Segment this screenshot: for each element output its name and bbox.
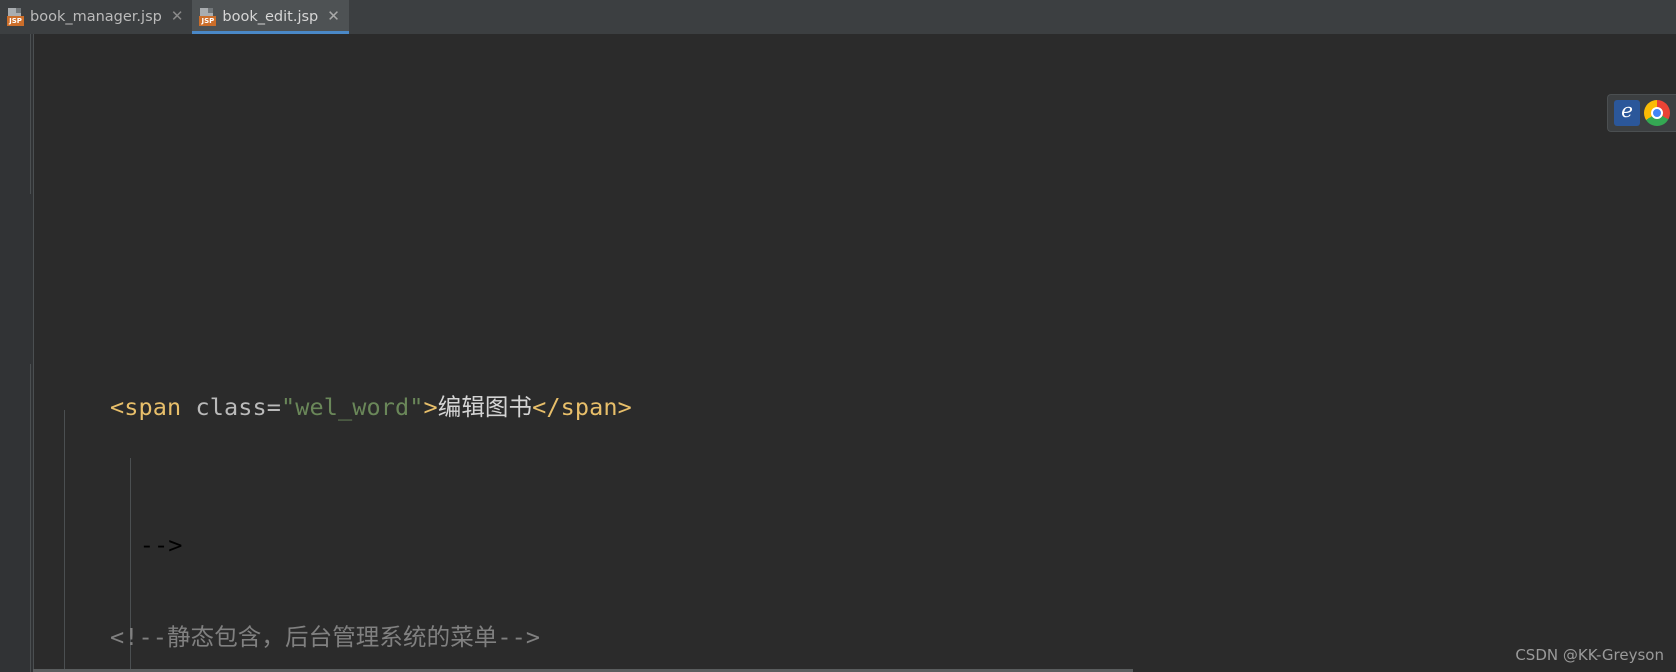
chrome-browser-icon[interactable] bbox=[1644, 100, 1670, 126]
browser-preview-toolbar bbox=[1607, 94, 1676, 132]
code-inner-text: 编辑图书 bbox=[437, 393, 533, 421]
editor-tab-book-edit[interactable]: JSP book_edit.jsp ✕ bbox=[192, 0, 349, 34]
code-content[interactable]: <img class="logo_img" alt="" src="static… bbox=[40, 34, 1676, 672]
jsp-badge-label: JSP bbox=[7, 16, 24, 26]
editor-gutter[interactable] bbox=[0, 34, 33, 672]
watermark: CSDN @KK-Greyson bbox=[1515, 646, 1664, 664]
code-comment: <!--静态包含，后台管理系统的菜单--> bbox=[110, 623, 541, 651]
code-attr-name: class= bbox=[195, 393, 281, 421]
code-open-tag: <span bbox=[110, 393, 196, 421]
indent-guide bbox=[30, 364, 31, 672]
editor-tab-label: book_manager.jsp bbox=[30, 9, 162, 25]
close-icon[interactable]: ✕ bbox=[327, 9, 340, 24]
editor-tab-book-manager[interactable]: JSP book_manager.jsp ✕ bbox=[0, 0, 193, 34]
editor-tab-bar: JSP book_manager.jsp ✕ JSP book_edit.jsp… bbox=[0, 0, 1676, 34]
code-line-span[interactable]: <span class="wel_word">编辑图书</span> bbox=[40, 384, 1676, 430]
code-editor[interactable]: <img class="logo_img" alt="" src="static… bbox=[0, 34, 1676, 672]
jsp-badge-label: JSP bbox=[199, 16, 217, 26]
close-icon[interactable]: ✕ bbox=[171, 9, 184, 24]
edge-browser-icon[interactable] bbox=[1614, 98, 1640, 126]
code-line-partial-top: <img class="logo_img" alt="" src="static… bbox=[40, 186, 1676, 200]
editor-tab-label: book_edit.jsp bbox=[222, 9, 319, 25]
code-line-comment-menu[interactable]: <!--静态包含，后台管理系统的菜单--> bbox=[40, 614, 1676, 660]
jsp-file-icon: JSP bbox=[199, 8, 217, 26]
ide-window: JSP book_manager.jsp ✕ JSP book_edit.jsp… bbox=[0, 0, 1676, 672]
code-close-tag: </span> bbox=[532, 393, 632, 421]
code-gt: > bbox=[423, 393, 438, 421]
jsp-file-icon: JSP bbox=[7, 8, 24, 26]
indent-guide bbox=[30, 34, 31, 194]
gutter-divider bbox=[33, 34, 34, 672]
code-attr-value: "wel_word" bbox=[281, 393, 424, 421]
